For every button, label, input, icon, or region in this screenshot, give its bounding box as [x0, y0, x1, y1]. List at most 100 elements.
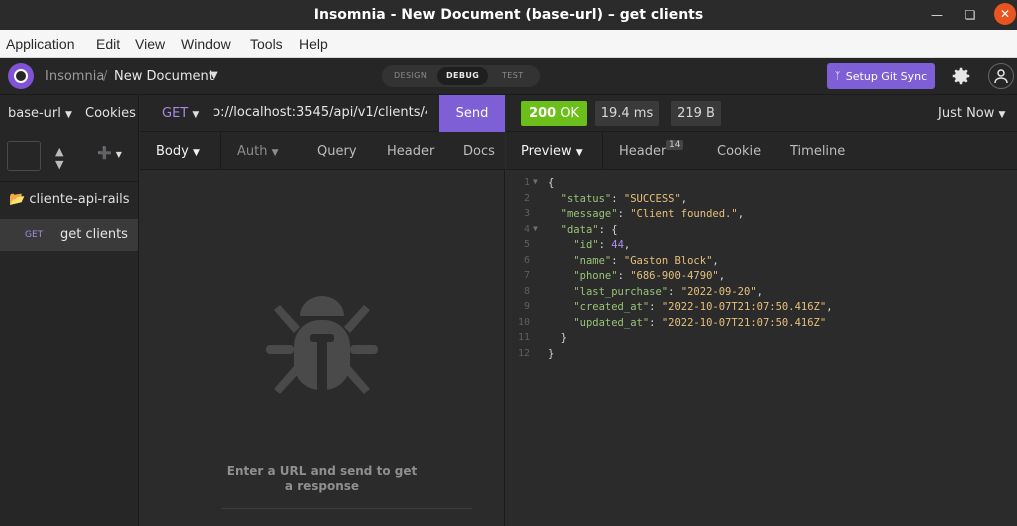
line-number: 11 — [517, 332, 530, 343]
account-icon[interactable] — [988, 63, 1014, 89]
minimize-icon[interactable]: — — [926, 4, 948, 26]
menu-application[interactable]: Application — [6, 36, 75, 52]
fold-toggle-icon[interactable]: ▼ — [533, 177, 538, 186]
line-number: 4 — [523, 223, 530, 235]
menu-window[interactable]: Window — [181, 36, 231, 52]
status-text: OK — [560, 106, 579, 121]
close-icon[interactable]: ✕ — [994, 3, 1016, 25]
response-time: 19.4 ms — [595, 101, 659, 126]
response-preview[interactable]: 1 ▼{2 "status": "SUCCESS", 3 "message": "C… — [506, 170, 1017, 526]
menu-help[interactable]: Help — [299, 36, 328, 52]
request-method-badge: GET — [25, 230, 44, 240]
mode-debug[interactable]: DEBUG — [437, 67, 489, 85]
sidebar-item-get-clients[interactable]: GET get clients — [0, 219, 138, 251]
branch-icon: ᛉ — [834, 70, 841, 82]
plus-circle-icon: ➕ — [97, 146, 112, 160]
environment-label: base-url — [8, 106, 61, 121]
empty-state-message: Enter a URL and send to get a response — [226, 464, 418, 493]
sort-icon[interactable]: ▲ ▼ — [55, 145, 63, 171]
filter-input[interactable] — [7, 141, 41, 171]
chevron-down-icon: ▼ — [192, 110, 200, 120]
code-text: "data": { — [560, 223, 618, 236]
line-number: 1 — [523, 177, 530, 188]
sidebar-divider — [0, 181, 139, 182]
response-tabs: Preview ▼ Header 14 Cookie Timeline — [506, 132, 1017, 170]
cookies-button[interactable]: Cookies — [85, 106, 136, 121]
menu-tools[interactable]: Tools — [250, 36, 283, 52]
code-text: "created_at": "2022-10-07T21:07:50.416Z"… — [573, 301, 833, 313]
chevron-down-icon: ▼ — [998, 110, 1006, 120]
tab-response-header[interactable]: Header — [619, 144, 666, 159]
url-input[interactable]: ɔ://localhost:3545/api/v1/clients/44 — [213, 105, 427, 120]
maximize-icon[interactable]: ❏ — [959, 4, 981, 26]
insomnia-logo-icon[interactable] — [8, 63, 34, 89]
folder-open-icon: 📂 — [9, 192, 26, 207]
line-number: 6 — [523, 254, 530, 266]
menu-view[interactable]: View — [135, 36, 165, 52]
code-text: "updated_at": "2022-10-07T21:07:50.416Z" — [573, 316, 827, 329]
mode-test[interactable]: TEST — [502, 71, 524, 80]
mode-design[interactable]: DESIGN — [394, 71, 427, 80]
send-button[interactable]: Send — [439, 95, 505, 132]
method-select[interactable]: GET ▼ — [162, 106, 199, 121]
window-title: Insomnia - New Document (base-url) – get… — [313, 7, 704, 23]
line-number: 7 — [523, 270, 530, 281]
history-label: Just Now — [938, 106, 995, 121]
tab-divider — [220, 132, 221, 170]
tab-preview[interactable]: Preview ▼ — [521, 144, 583, 159]
sidebar-folder[interactable]: 📂 cliente-api-rails — [9, 192, 130, 207]
gear-icon[interactable] — [948, 63, 974, 89]
line-number: 3 — [523, 208, 530, 219]
line-number: 2 — [523, 192, 530, 204]
chevron-down-icon: ▼ — [115, 150, 122, 159]
breadcrumb-app[interactable]: Insomnia — [45, 69, 104, 84]
chevron-down-icon: ▼ — [65, 110, 72, 120]
code-text: "id": 44, — [573, 239, 631, 251]
code-text: { — [548, 177, 555, 189]
title-bar: Insomnia - New Document (base-url) – get… — [0, 0, 1017, 30]
tab-body[interactable]: Body ▼ — [156, 144, 200, 159]
folder-label: cliente-api-rails — [29, 192, 130, 207]
fold-toggle-icon[interactable]: ▼ — [533, 224, 538, 233]
response-status-bar: 200 OK 19.4 ms 219 B Just Now ▼ — [506, 95, 1017, 132]
code-text: } — [548, 347, 555, 360]
setup-git-sync-button[interactable]: ᛉ Setup Git Sync — [827, 63, 935, 89]
request-tabs: Body ▼ Auth ▼ Query Header Docs — [140, 132, 505, 170]
app-header: Insomnia / New Document ▼ DESIGN DEBUG T… — [0, 58, 1017, 95]
line-number: 12 — [517, 347, 530, 359]
environment-select[interactable]: base-url ▼ — [8, 106, 72, 121]
git-sync-label: Setup Git Sync — [845, 69, 928, 83]
line-number: 9 — [523, 301, 530, 312]
tab-divider — [602, 132, 603, 170]
chevron-down-icon[interactable]: ▼ — [210, 70, 218, 81]
empty-state-divider — [222, 508, 472, 509]
response-size: 219 B — [671, 101, 721, 126]
add-request-button[interactable]: ➕ ▼ — [97, 146, 122, 160]
tab-header[interactable]: Header — [387, 144, 434, 159]
menu-edit[interactable]: Edit — [96, 36, 120, 52]
mode-switcher: DESIGN DEBUG TEST — [382, 65, 540, 87]
tab-preview-label: Preview — [521, 144, 572, 159]
request-body-panel: Enter a URL and send to get a response — [140, 170, 505, 526]
tab-body-label: Body — [156, 144, 189, 159]
code-text: "message": "Client founded.", — [560, 208, 745, 220]
code-text: "status": "SUCCESS", — [560, 192, 688, 205]
line-number: 5 — [523, 239, 530, 250]
header-count-badge: 14 — [666, 140, 684, 150]
history-dropdown[interactable]: Just Now ▼ — [938, 106, 1005, 121]
tab-cookie[interactable]: Cookie — [717, 144, 761, 159]
breadcrumb-document[interactable]: New Document — [114, 69, 214, 84]
code-text: } — [548, 332, 567, 344]
tab-auth[interactable]: Auth ▼ — [237, 144, 279, 159]
status-code: 200 — [529, 106, 557, 121]
tab-docs[interactable]: Docs — [463, 144, 495, 159]
status-badge: 200 OK — [521, 101, 587, 126]
method-label: GET — [162, 106, 189, 121]
line-number: 8 — [523, 285, 530, 297]
tab-timeline[interactable]: Timeline — [790, 144, 845, 159]
url-bar: GET ▼ ɔ://localhost:3545/api/v1/clients/… — [140, 95, 505, 132]
breadcrumb-separator: / — [103, 69, 108, 84]
tab-auth-label: Auth — [237, 144, 268, 159]
sidebar: base-url ▼ Cookies ▲ ▼ ➕ ▼ 📂 cliente-api-… — [0, 95, 139, 526]
tab-query[interactable]: Query — [317, 144, 357, 159]
